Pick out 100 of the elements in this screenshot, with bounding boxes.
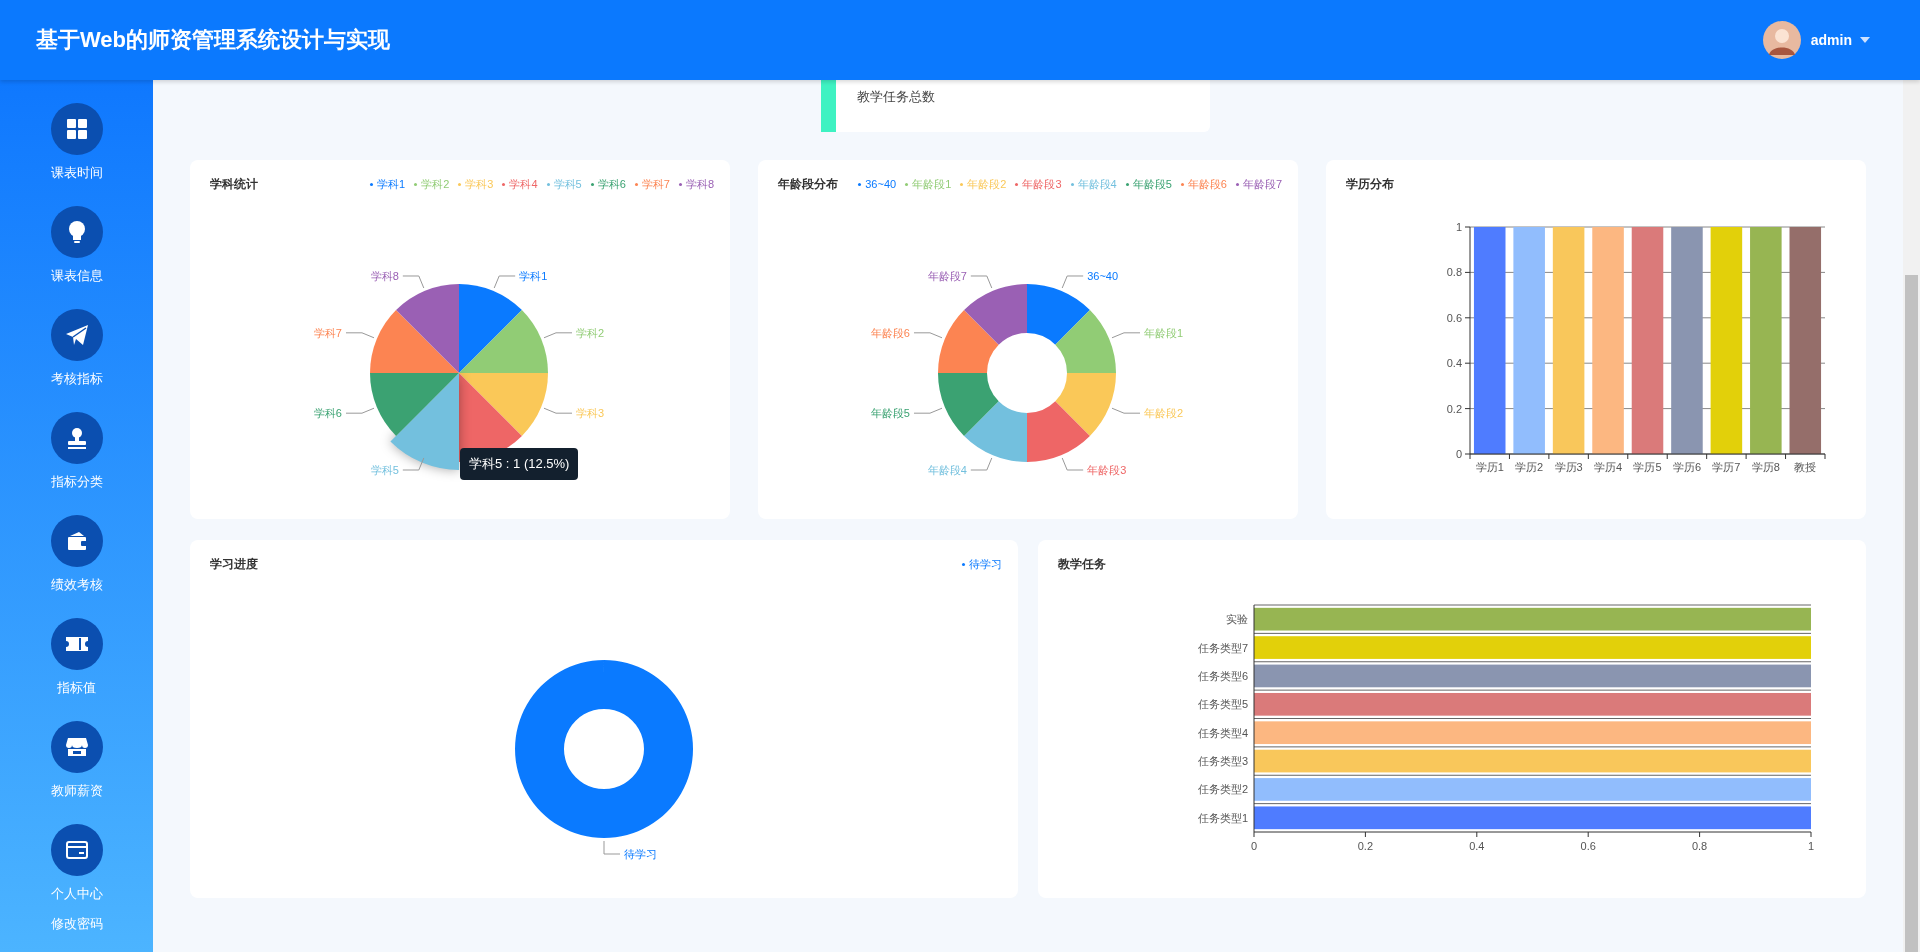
slice-label: 年龄段6 (870, 326, 910, 339)
nav-label[interactable]: 个人中心 (50, 885, 103, 903)
legend-item[interactable]: 学科1 (370, 176, 406, 192)
slice-label: 36~40 (1087, 270, 1119, 282)
axis-label: 任务类型2 (1197, 783, 1248, 796)
slice-label: 年龄段3 (1087, 464, 1127, 476)
legend-item[interactable]: 年龄段3 (1015, 176, 1062, 192)
slice-label: 学科8 (370, 270, 399, 282)
legend-item[interactable]: 年龄段6 (1180, 176, 1227, 192)
leader-line (603, 840, 621, 855)
avatar[interactable] (1762, 21, 1801, 59)
slice-label: 学科1 (519, 270, 548, 282)
legend-item[interactable]: 学科2 (414, 176, 450, 192)
grid-icon[interactable] (50, 103, 103, 155)
stamp-icon[interactable] (50, 412, 103, 464)
chart-title: 学科统计 (210, 175, 258, 193)
user-name[interactable]: admin (1810, 32, 1852, 48)
tick-label: 0.2 (1446, 402, 1462, 415)
chart-title: 学习进度 (210, 555, 258, 573)
legend-item[interactable]: 学科5 (546, 176, 582, 192)
axis-label: 学历1 (1475, 461, 1504, 473)
legend-item[interactable]: 年龄段1 (905, 176, 952, 192)
nav-label[interactable]: 考核指标 (50, 370, 103, 388)
leader-line (493, 275, 516, 289)
legend-item[interactable]: 年龄段4 (1070, 176, 1117, 192)
bar[interactable] (1254, 607, 1811, 631)
slice-label: 学科2 (576, 326, 605, 339)
legend-item[interactable]: 学科6 (590, 176, 626, 192)
slice-label: 学科6 (313, 407, 342, 420)
nav-label[interactable]: 绩效考核 (50, 576, 103, 594)
tick-label: 0.4 (1446, 357, 1462, 370)
wallet-icon[interactable] (50, 515, 103, 567)
paper-plane-icon[interactable] (50, 309, 103, 361)
card-icon[interactable] (50, 824, 103, 876)
tick-label: 0.8 (1446, 266, 1462, 279)
tick-label: 0 (1455, 448, 1462, 460)
leader-line (913, 332, 943, 339)
axis-label: 任务类型6 (1197, 669, 1248, 682)
nav-label[interactable]: 课表时间 (50, 164, 103, 182)
leader-line (970, 275, 993, 289)
legend-item[interactable]: 年龄段5 (1125, 176, 1172, 192)
nav-label[interactable]: 指标值 (57, 679, 96, 697)
nav-label[interactable]: 指标分类 (50, 473, 103, 491)
chart-title: 年龄段分布 (778, 175, 838, 193)
tooltip: 学科5 : 1 (12.5%) (460, 448, 579, 480)
nav-label[interactable]: 教师薪资 (50, 782, 103, 800)
bar[interactable] (1254, 806, 1811, 830)
axis-label: 实验 (1226, 613, 1248, 626)
leader-line (345, 407, 375, 414)
leader-line (543, 407, 573, 414)
ticket-icon[interactable] (50, 618, 103, 670)
bar[interactable] (1473, 227, 1506, 454)
app-title: 基于Web的师资管理系统设计与实现 (36, 26, 391, 54)
caret-icon[interactable] (1860, 37, 1870, 43)
axis-label: 学历4 (1594, 461, 1623, 473)
axis-label: 学历6 (1672, 461, 1701, 473)
bar[interactable] (1254, 721, 1811, 745)
leader-line (1061, 275, 1084, 289)
leader-line (1111, 407, 1141, 414)
lightbulb-icon[interactable] (50, 206, 103, 258)
axis-label: 任务类型5 (1197, 698, 1248, 711)
axis-label: 任务类型1 (1197, 811, 1248, 824)
bar[interactable] (1254, 692, 1811, 716)
leader-line (913, 407, 943, 414)
tick-label: 0.2 (1357, 840, 1374, 852)
slice-label: 年龄段1 (1144, 326, 1184, 339)
legend-item[interactable]: 年龄段7 (1235, 176, 1282, 192)
slice-label: 年龄段2 (1144, 407, 1184, 420)
legend-item[interactable]: 学科3 (458, 176, 494, 192)
nav-link[interactable]: 修改密码 (50, 915, 103, 933)
shop-icon[interactable] (50, 721, 103, 773)
axis-label: 学历5 (1633, 461, 1662, 473)
axis-label: 学历2 (1515, 461, 1544, 473)
leader-line (1111, 332, 1141, 339)
leader-line (543, 332, 573, 339)
slice-label: 年龄段7 (927, 270, 967, 282)
tick-label: 0.8 (1691, 840, 1708, 852)
accent-bar (820, 80, 836, 132)
tick-label: 0.4 (1469, 840, 1485, 852)
bar[interactable] (1789, 227, 1822, 454)
slice-label: 待学习 (624, 848, 657, 860)
leader-line (1061, 457, 1084, 471)
nav-label[interactable]: 课表信息 (50, 267, 103, 285)
bar[interactable] (1631, 227, 1664, 454)
tick-label: 0.6 (1446, 311, 1462, 324)
tick-label: 1 (1455, 221, 1462, 233)
slice-label: 年龄段4 (927, 464, 967, 476)
tick-label: 0 (1250, 840, 1258, 852)
legend-item[interactable]: 36~40 (858, 176, 897, 192)
scrollbar[interactable] (1903, 80, 1920, 952)
axis-label: 教授 (1794, 461, 1817, 473)
bar[interactable] (1254, 664, 1811, 688)
tick-label: 1 (1807, 840, 1815, 852)
legend-item[interactable]: 学科4 (502, 176, 538, 192)
legend-item[interactable]: 年龄段2 (960, 176, 1007, 192)
legend-item[interactable]: 待学习 (962, 556, 1002, 572)
legend-item[interactable]: 学科8 (678, 176, 714, 192)
axis-label: 学历3 (1554, 461, 1583, 473)
legend-item[interactable]: 学科7 (634, 176, 670, 192)
slice-label: 学科5 (370, 464, 399, 476)
